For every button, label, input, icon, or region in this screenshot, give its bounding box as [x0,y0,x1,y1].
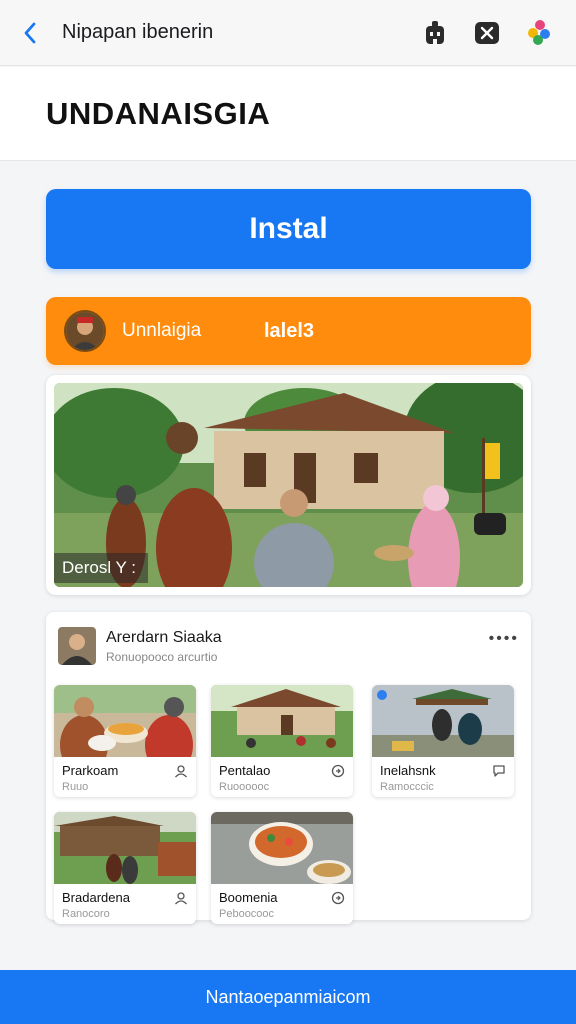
app-name: UNDANAISGIA [46,95,271,131]
tile-title: Pentalao [219,763,271,778]
tile-image [54,685,196,757]
tile-image [211,812,353,884]
developer-name: Unnlaigia [122,320,202,341]
tile-title: Boomenia [219,890,278,905]
hero-card[interactable]: Derosl Y : [46,375,531,595]
hero-image: Derosl Y : [54,383,523,587]
person-icon[interactable] [174,764,188,778]
tile-subtitle: Ranocoro [62,908,110,920]
tile-subtitle: Ruoooooc [219,781,270,793]
bottom-link-bar[interactable]: Nantaoepanmiaicom [0,970,576,1024]
tile-image [54,812,196,884]
gallery-tile[interactable]: Inelahsnk Ramocccic [372,685,514,797]
chat-icon[interactable] [492,764,506,778]
robot-icon[interactable] [420,18,450,48]
tile-subtitle: Peboocooc [219,908,275,920]
topbar-title: Nipapan ibenerin [62,21,214,43]
gallery-tile[interactable]: Prarkoam Ruuo [54,685,196,797]
person-icon[interactable] [174,891,188,905]
share-icon[interactable] [331,764,345,778]
tile-title: Prarkoam [62,763,119,778]
hero-caption: Derosl Y : [54,553,149,583]
more-options-icon[interactable]: •••• [489,630,519,648]
tile-title: Inelahsnk [380,763,436,778]
gallery-tile[interactable]: Boomenia Peboocooc [211,812,353,924]
tile-body: Prarkoam Ruuo [54,757,196,793]
feed-card: Arerdarn Siaaka Ronuopooco arcurtio ••••… [46,612,531,924]
share-icon[interactable] [331,891,345,905]
avatar [64,310,106,352]
install-button[interactable]: Instal [46,189,531,269]
colorful-app-icon[interactable] [524,18,554,48]
feed-meta: Arerdarn Siaaka Ronuopooco arcurtio [106,629,489,664]
tile-body: Inelahsnk Ramocccic [372,757,514,793]
tile-body: Pentalao Ruoooooc [211,757,353,793]
close-icon[interactable] [472,18,502,48]
tile-body: Bradardena Ranocoro [54,884,196,920]
topbar-actions [420,18,554,48]
tile-body: Boomenia Peboocooc [211,884,353,920]
feed-subtitle: Ronuopooco arcurtio [106,649,218,664]
avatar[interactable] [58,627,96,665]
tile-title: Bradardena [62,890,130,905]
back-chevron-icon[interactable] [16,19,44,47]
feed-author: Arerdarn Siaaka [106,628,222,646]
tile-image [372,685,514,757]
feed-header: Arerdarn Siaaka Ronuopooco arcurtio •••• [58,624,519,668]
app-header: UNDANAISGIA [0,67,576,161]
gallery-tile[interactable]: Pentalao Ruoooooc [211,685,353,797]
tile-image [211,685,353,757]
gallery-tile[interactable]: Bradardena Ranocoro [54,812,196,924]
tile-subtitle: Ramocccic [380,781,434,793]
developer-bar[interactable]: Unnlaigia lalel3 [46,297,531,365]
developer-count: lalel3 [264,319,315,342]
top-app-bar: Nipapan ibenerin [0,0,576,66]
tile-subtitle: Ruuo [62,781,89,793]
